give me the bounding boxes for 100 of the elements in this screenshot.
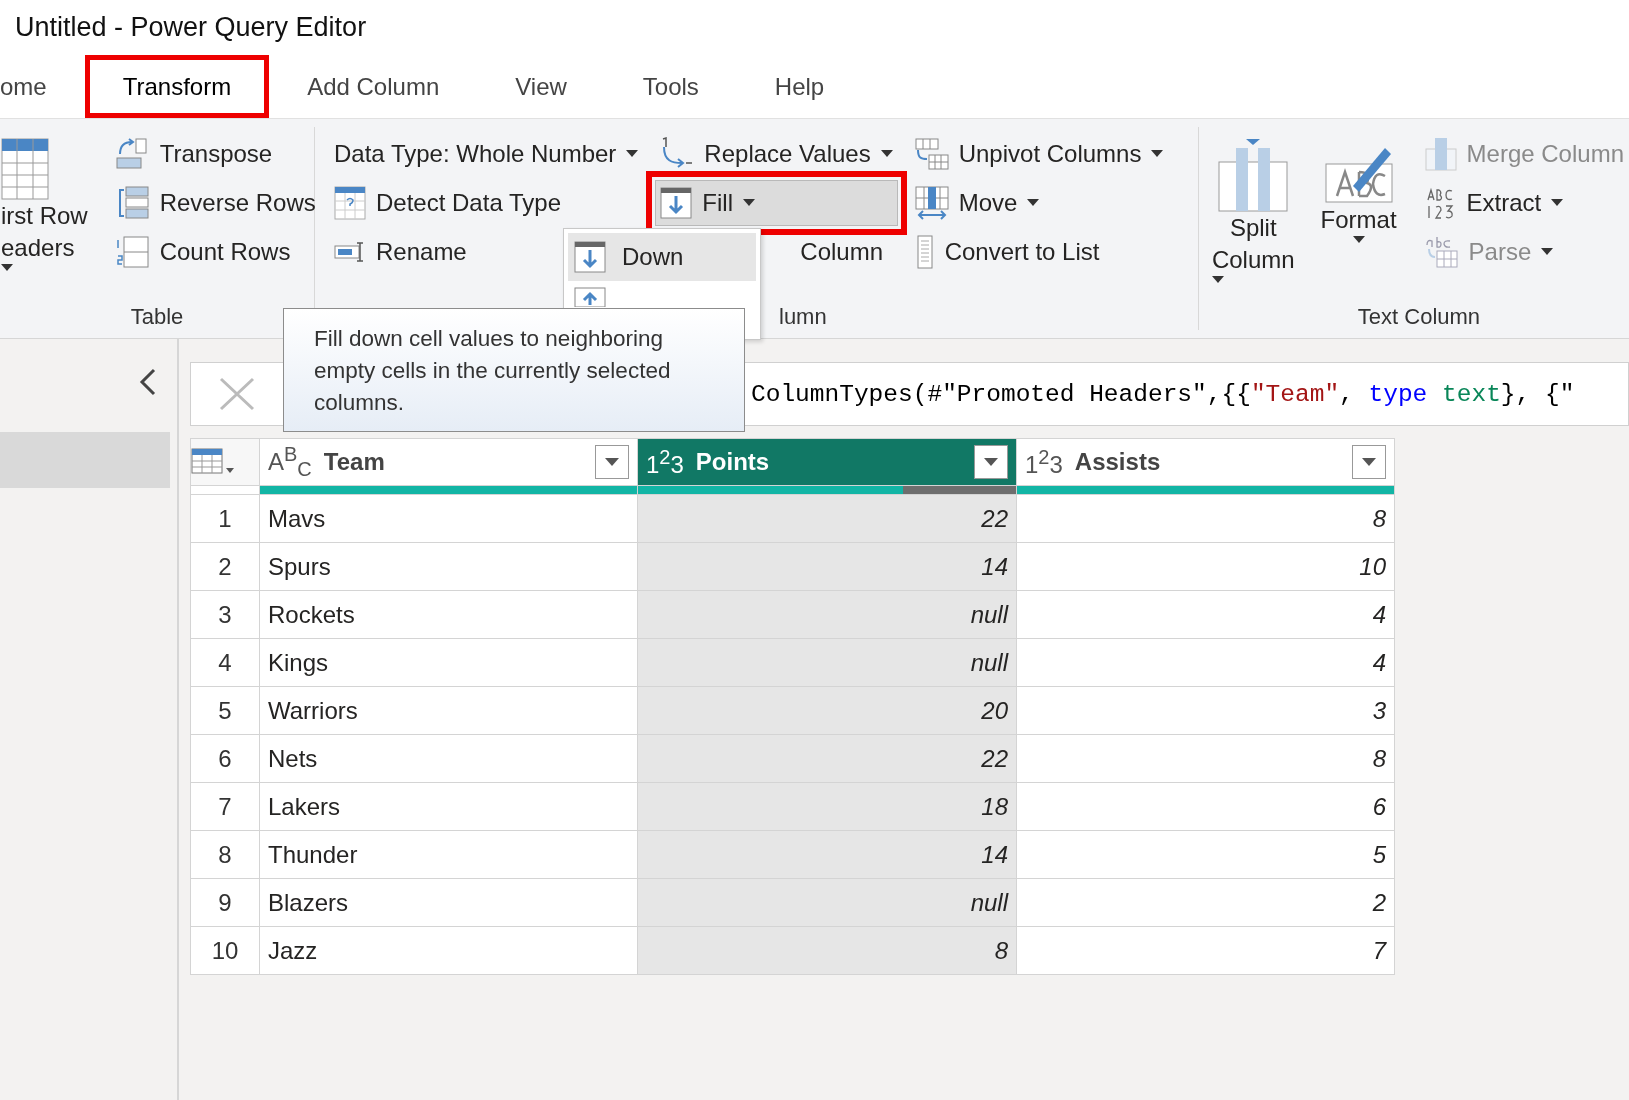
row-number: 5 xyxy=(190,686,260,735)
split-column-icon xyxy=(1218,138,1289,212)
table-cell: 22 xyxy=(637,734,1017,783)
transpose-icon xyxy=(115,138,150,170)
ribbon-button[interactable]: Extract xyxy=(1419,180,1629,226)
row-number: 6 xyxy=(190,734,260,783)
ribbon-button[interactable]: Split Column xyxy=(1208,131,1298,285)
table-cell: 2 xyxy=(1016,878,1395,927)
row-number: 2 xyxy=(190,542,260,591)
menu-item[interactable]: Down xyxy=(568,233,756,281)
collapse-icon[interactable] xyxy=(138,368,158,396)
column-header[interactable]: A$^{B}$$_{C}$ Team xyxy=(259,438,638,486)
caret-icon xyxy=(1541,248,1554,256)
detect-type-icon xyxy=(334,186,366,220)
caret-icon xyxy=(1,264,13,272)
table-cell: null xyxy=(637,638,1017,687)
move-icon xyxy=(914,186,949,220)
table-cell: 20 xyxy=(637,686,1017,735)
table-cell: 18 xyxy=(637,782,1017,831)
table-cell: 8 xyxy=(1016,734,1395,783)
ribbon-tab[interactable]: ome xyxy=(0,55,85,118)
caret-icon xyxy=(1361,457,1377,467)
ribbon-button[interactable]: Column xyxy=(795,229,898,275)
table-cell: Thunder xyxy=(259,830,638,879)
table-cell: Lakers xyxy=(259,782,638,831)
table-cell: 3 xyxy=(1016,686,1395,735)
ribbon-button[interactable]: Format xyxy=(1317,131,1400,245)
filter-button[interactable] xyxy=(1352,445,1386,479)
merge-columns-icon xyxy=(1424,137,1457,171)
row-number: 4 xyxy=(190,638,260,687)
fill-down-icon xyxy=(574,241,606,273)
type-label: 1$^{2}$3 xyxy=(646,445,684,479)
table-cell: Spurs xyxy=(259,542,638,591)
filter-button[interactable] xyxy=(974,445,1008,479)
ribbon-button[interactable]: Count Rows xyxy=(110,229,321,275)
table-cell: 4 xyxy=(1016,590,1395,639)
caret-icon xyxy=(880,150,893,158)
ribbon-tab[interactable]: Add Column xyxy=(269,55,478,118)
tooltip: Fill down cell values to neighboring empty cells in the currently selected columns. xyxy=(283,308,745,432)
ribbon-tab[interactable]: Tools xyxy=(604,55,737,118)
table-cell: Nets xyxy=(259,734,638,783)
row-number: 3 xyxy=(190,590,260,639)
caret-icon xyxy=(983,457,999,467)
table-cell: Rockets xyxy=(259,590,638,639)
group-label: lumn xyxy=(779,304,827,329)
type-label: 1$^{2}$3 xyxy=(1025,445,1063,479)
ribbon-button[interactable]: Detect Data Type xyxy=(329,180,644,226)
table-cell: 8 xyxy=(637,926,1017,975)
rename-icon xyxy=(334,241,366,263)
fill-down-icon xyxy=(660,187,693,219)
table-cell: Kings xyxy=(259,638,638,687)
table-cell: Blazers xyxy=(259,878,638,927)
ribbon-button[interactable]: Reverse Rows xyxy=(110,180,321,226)
caret-icon xyxy=(1151,150,1164,158)
caret-icon xyxy=(626,150,639,158)
ribbon-button[interactable]: Move xyxy=(909,180,1169,226)
table-cell: null xyxy=(637,590,1017,639)
table-cell: Mavs xyxy=(259,494,638,543)
caret-icon xyxy=(743,199,755,207)
formula-text: ColumnTypes(#"Promoted Headers",{{"Team", type text}, {" xyxy=(751,380,1575,408)
ribbon-tab[interactable]: View xyxy=(477,55,605,118)
caret-icon xyxy=(604,457,620,467)
filter-button[interactable] xyxy=(595,445,629,479)
table-cell: 6 xyxy=(1016,782,1395,831)
table-cell: 4 xyxy=(1016,638,1395,687)
parse-icon xyxy=(1424,235,1459,269)
header-label: Points xyxy=(695,448,771,476)
header-label: Team xyxy=(323,448,386,476)
ribbon-tab[interactable]: Transform xyxy=(84,55,270,118)
table-cell: null xyxy=(637,878,1017,927)
row-number: 9 xyxy=(190,878,260,927)
replace-values-icon xyxy=(660,137,695,171)
table-cell: 10 xyxy=(1016,542,1395,591)
table-cell: 14 xyxy=(637,830,1017,879)
table-cell: Jazz xyxy=(259,926,638,975)
row-number: 10 xyxy=(190,926,260,975)
ribbon-button[interactable]: Transpose xyxy=(110,131,321,177)
caret-icon xyxy=(1211,276,1224,284)
ribbon-button[interactable]: Unpivot Columns xyxy=(909,131,1169,177)
column-header[interactable]: 1$^{2}$3 Assists xyxy=(1016,438,1395,486)
group-label: Text Column xyxy=(1357,304,1481,329)
table-cell: 8 xyxy=(1016,494,1395,543)
ribbon-button[interactable]: Convert to List xyxy=(909,229,1169,275)
row-number: 8 xyxy=(190,830,260,879)
ribbon-tab[interactable]: Help xyxy=(736,55,863,118)
row-number: 7 xyxy=(190,782,260,831)
window-title: Untitled - Power Query Editor xyxy=(15,12,367,43)
table-cell: 14 xyxy=(637,542,1017,591)
count-rows-icon xyxy=(115,236,150,268)
header-label: Assists xyxy=(1074,448,1162,476)
ribbon-button[interactable]: Replace Values xyxy=(655,131,898,177)
ribbon-button[interactable]: Data Type: Whole Number xyxy=(329,131,644,177)
list-icon xyxy=(914,235,935,269)
unpivot-icon xyxy=(914,138,949,170)
column-header[interactable]: 1$^{2}$3 Points xyxy=(637,438,1017,486)
ribbon-button[interactable]: irst Row eaders xyxy=(0,131,91,273)
row-number: 1 xyxy=(190,494,260,543)
group-label: Table xyxy=(130,304,184,329)
table-cell: 22 xyxy=(637,494,1017,543)
table-cell: Warriors xyxy=(259,686,638,735)
